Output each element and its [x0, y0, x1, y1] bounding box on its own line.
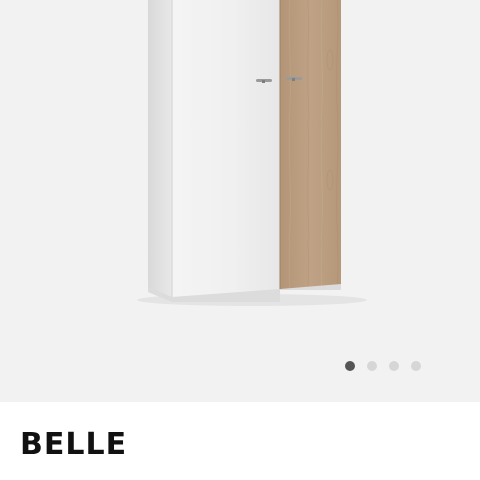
pagination-dot-2[interactable]: [367, 361, 377, 371]
pagination-dot-1[interactable]: [345, 361, 355, 371]
pagination-dot-3[interactable]: [389, 361, 399, 371]
product-title: BELLE: [20, 427, 128, 462]
product-image-gallery[interactable]: [0, 0, 480, 402]
pagination-dot-4[interactable]: [411, 361, 421, 371]
gallery-pagination: [345, 361, 421, 371]
wardrobe-product-image[interactable]: [0, 0, 480, 402]
product-info: BELLE: [0, 402, 480, 480]
product-page: BELLE: [0, 0, 480, 480]
